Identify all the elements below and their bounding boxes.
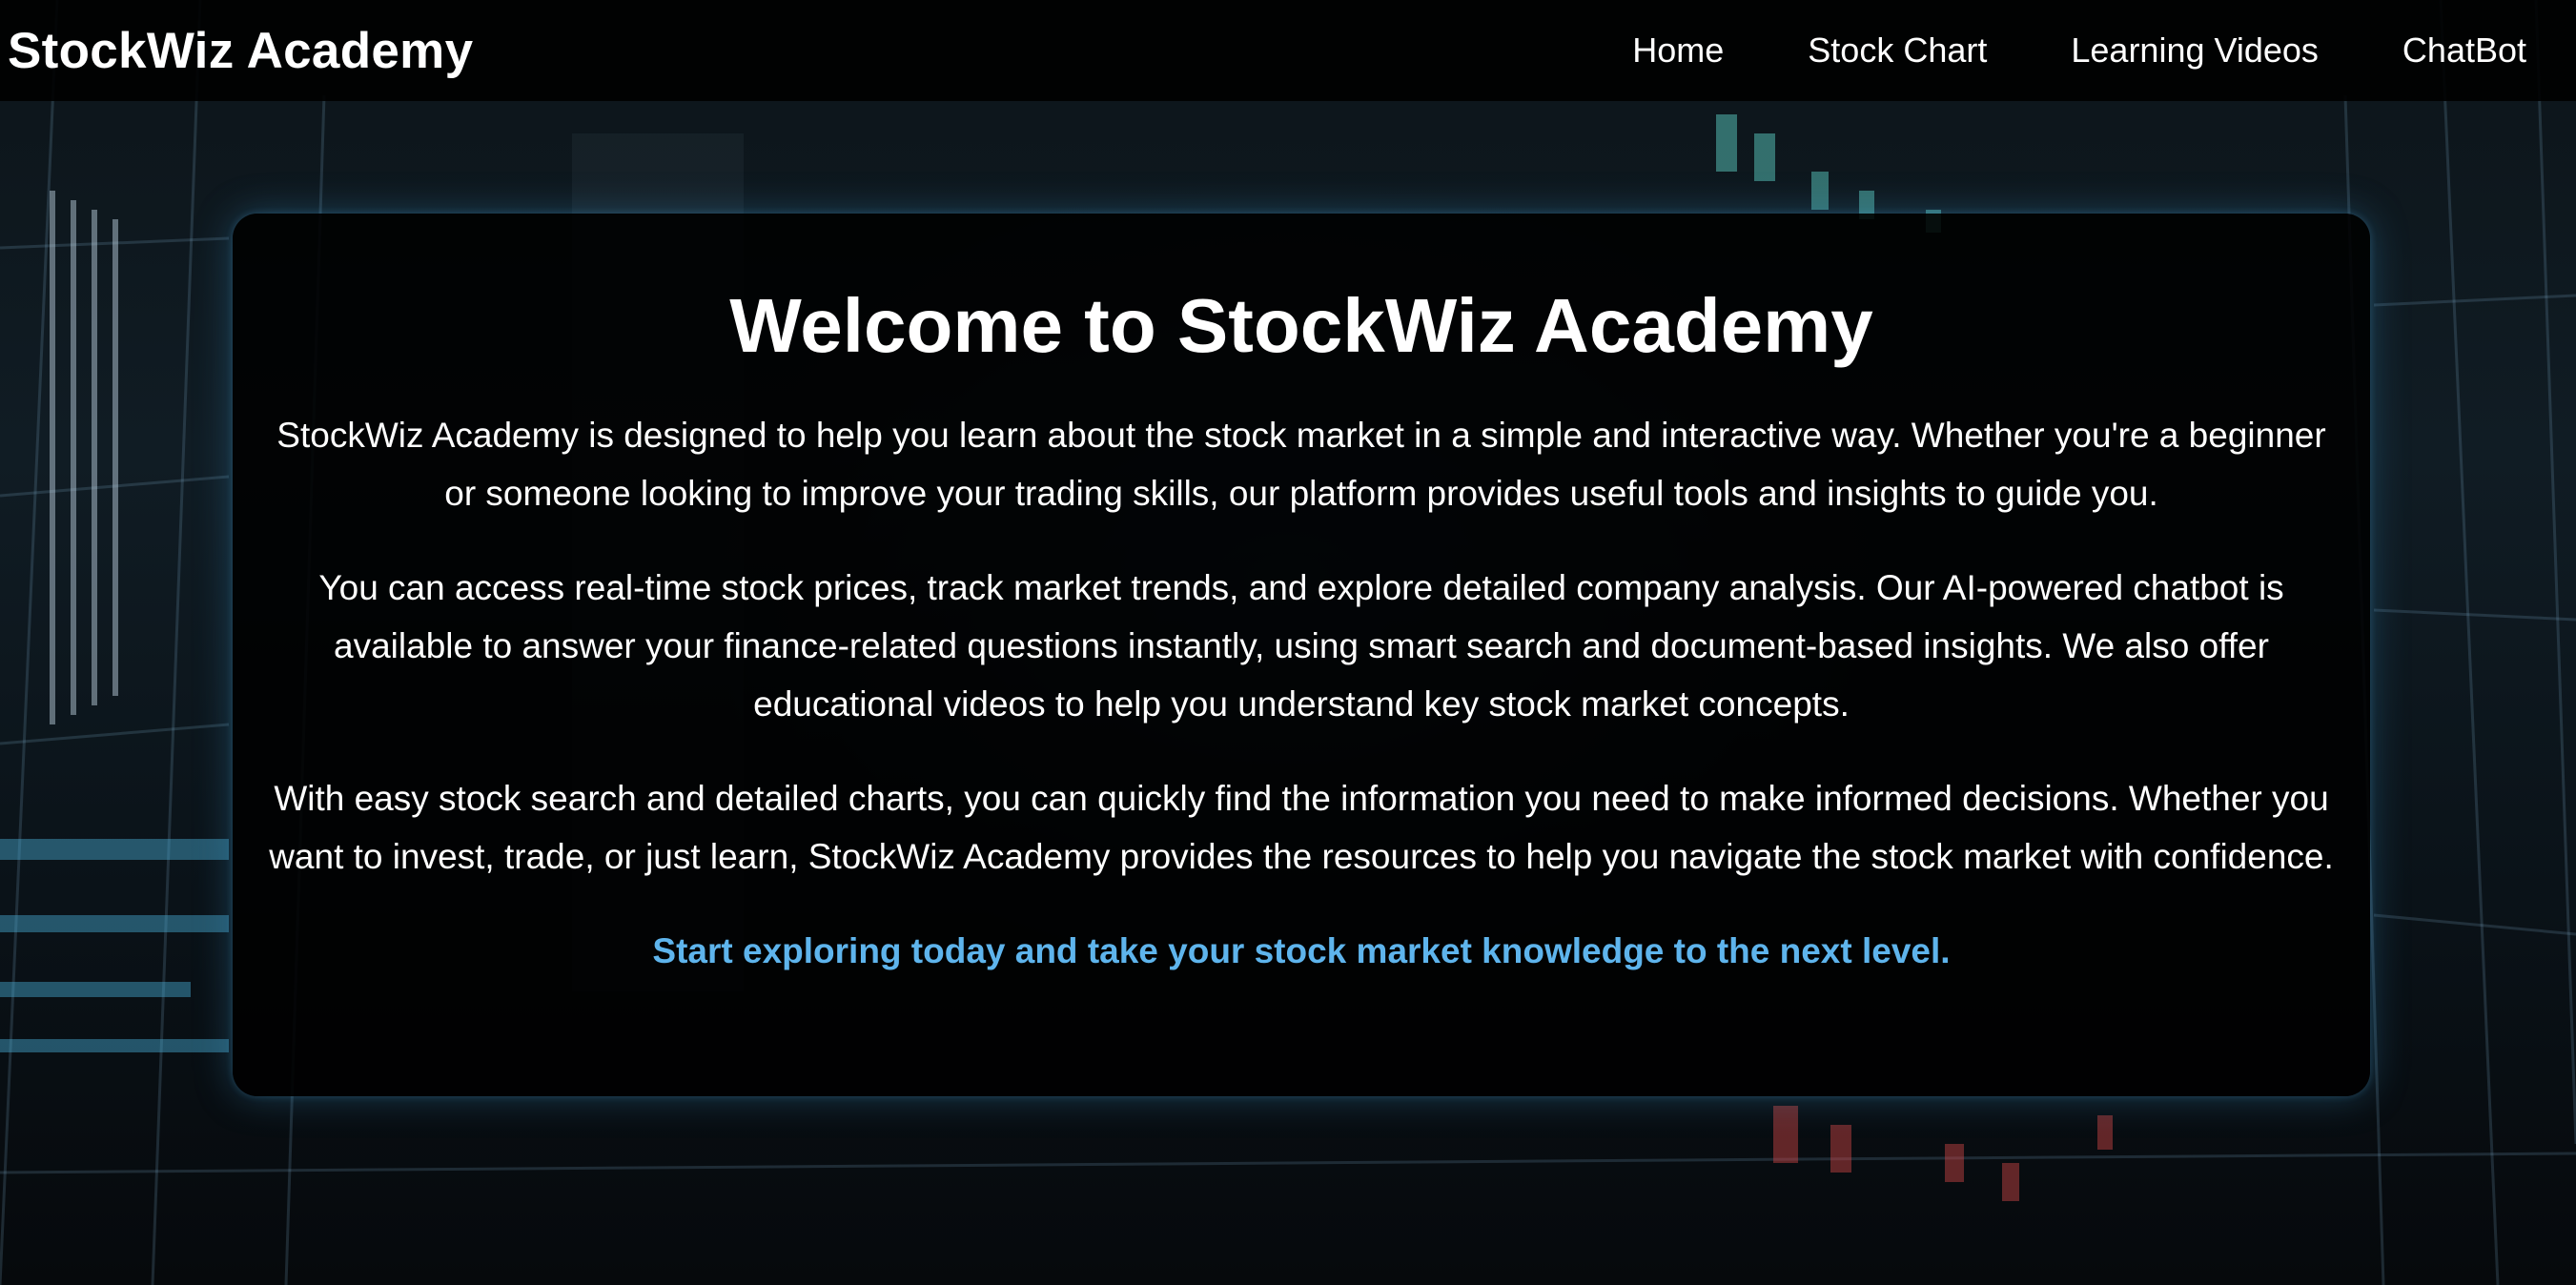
brand-logo-text[interactable]: StockWiz Academy — [8, 22, 473, 80]
page: StockWiz Academy Home Stock Chart Learni… — [0, 0, 2576, 1285]
features-paragraph: You can access real-time stock prices, t… — [318, 568, 2284, 724]
nav-link-stock-chart[interactable]: Stock Chart — [1808, 31, 1987, 71]
search-charts-paragraph: With easy stock search and detailed char… — [269, 779, 2334, 876]
nav-links: Home Stock Chart Learning Videos ChatBot — [1632, 31, 2526, 71]
nav-link-learning-videos[interactable]: Learning Videos — [2071, 31, 2319, 71]
nav-link-home[interactable]: Home — [1632, 31, 1724, 71]
welcome-card: Welcome to StockWiz Academy StockWiz Aca… — [233, 214, 2370, 1096]
call-to-action-text: Start exploring today and take your stoc… — [652, 931, 1951, 970]
intro-paragraph: StockWiz Academy is designed to help you… — [276, 416, 2326, 513]
top-navbar: StockWiz Academy Home Stock Chart Learni… — [0, 0, 2576, 101]
nav-link-chatbot[interactable]: ChatBot — [2402, 31, 2526, 71]
page-title: Welcome to StockWiz Academy — [729, 283, 1873, 368]
